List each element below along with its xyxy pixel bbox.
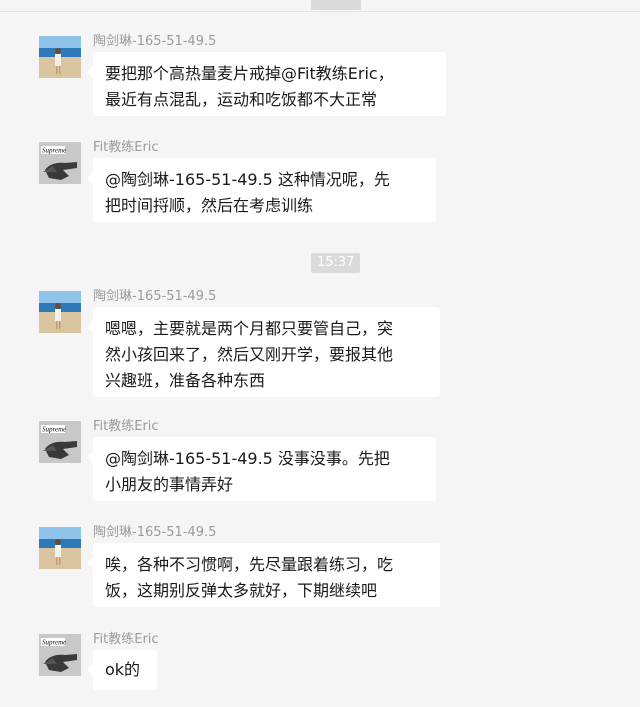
message-bubble[interactable]: 嗯嗯，主要就是两个月都只要管自己，突 然小孩回来了，然后又刚开学，要报其他 兴趣… bbox=[87, 307, 440, 397]
sender-name: 陶剑琳-165-51-49.5 bbox=[93, 525, 217, 540]
supreme-hand-avatar[interactable]: Supreme bbox=[39, 634, 81, 676]
sender-name: Fit教练Eric bbox=[93, 140, 159, 155]
beach-photo-avatar[interactable] bbox=[39, 36, 81, 78]
svg-text:Supreme: Supreme bbox=[42, 147, 66, 155]
message-bubble[interactable]: 要把那个高热量麦片戒掉@Fit教练Eric， 最近有点混乱，运动和吃饭都不大正常 bbox=[87, 52, 446, 116]
svg-text:Supreme: Supreme bbox=[42, 426, 66, 434]
time-divider-partial bbox=[311, 0, 361, 10]
sender-name: 陶剑琳-165-51-49.5 bbox=[93, 289, 217, 304]
beach-photo-avatar[interactable] bbox=[39, 291, 81, 333]
supreme-hand-avatar[interactable]: Supreme bbox=[39, 142, 81, 184]
message-bubble[interactable]: @陶剑琳-165-51-49.5 没事没事。先把 小朋友的事情弄好 bbox=[87, 437, 436, 501]
supreme-hand-avatar[interactable]: Supreme bbox=[39, 421, 81, 463]
chat-window: 陶剑琳-165-51-49.5 要把那个高热量麦片戒掉@Fit教练Eric， 最… bbox=[0, 0, 640, 707]
svg-text:Supreme: Supreme bbox=[42, 639, 66, 647]
sender-name: Fit教练Eric bbox=[93, 632, 159, 647]
beach-photo-avatar[interactable] bbox=[39, 527, 81, 569]
message-bubble[interactable]: @陶剑琳-165-51-49.5 这种情况呢，先 把时间捋顺，然后在考虑训练 bbox=[87, 158, 436, 222]
sender-name: 陶剑琳-165-51-49.5 bbox=[93, 34, 217, 49]
time-divider: 15:37 bbox=[311, 253, 361, 273]
divider bbox=[0, 11, 640, 12]
sender-name: Fit教练Eric bbox=[93, 419, 159, 434]
message-bubble[interactable]: 唉，各种不习惯啊，先尽量跟着练习，吃 饭，这期别反弹太多就好，下期继续吧 bbox=[87, 543, 440, 607]
message-bubble[interactable]: ok的 bbox=[87, 650, 157, 690]
